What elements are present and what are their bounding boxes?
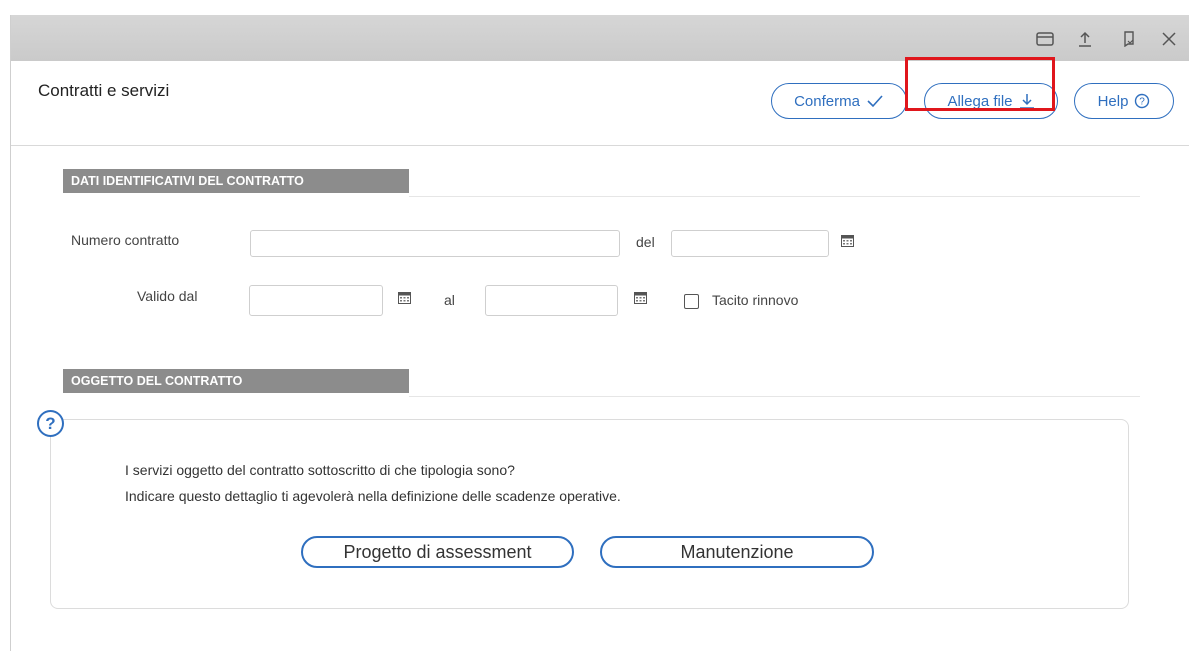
- valid-to-label: al: [444, 292, 455, 308]
- title-bar: [11, 15, 1189, 61]
- upload-icon[interactable]: [1075, 29, 1095, 49]
- valid-to-input[interactable]: [485, 285, 618, 316]
- question-panel: [50, 419, 1129, 609]
- contract-number-input[interactable]: [250, 230, 620, 257]
- check-icon: [867, 95, 883, 108]
- valid-from-input[interactable]: [249, 285, 383, 316]
- option-maintenance-button[interactable]: Manutenzione: [600, 536, 874, 568]
- contract-date-label: del: [636, 234, 655, 250]
- section-divider: [409, 396, 1140, 397]
- help-button[interactable]: Help ?: [1074, 83, 1174, 119]
- confirm-button[interactable]: Conferma: [771, 83, 907, 119]
- svg-text:?: ?: [1140, 97, 1146, 108]
- contract-date-input[interactable]: [671, 230, 829, 257]
- close-icon[interactable]: [1159, 29, 1179, 49]
- option-assessment-button[interactable]: Progetto di assessment: [301, 536, 574, 568]
- tacit-renewal-checkbox[interactable]: [684, 294, 699, 309]
- restore-icon[interactable]: [1035, 29, 1055, 49]
- calendar-icon[interactable]: [841, 234, 854, 247]
- page-title: Contratti e servizi: [38, 81, 170, 100]
- section-divider: [409, 196, 1140, 197]
- help-circle-icon: ?: [1135, 93, 1150, 109]
- valid-from-label: Valido dal: [137, 288, 198, 304]
- calendar-icon[interactable]: [398, 291, 411, 304]
- attach-button-highlight: [905, 57, 1055, 111]
- help-button-label: Help: [1097, 92, 1129, 110]
- question-text: I servizi oggetto del contratto sottoscr…: [125, 462, 515, 478]
- section-header-contract-data: DATI IDENTIFICATIVI DEL CONTRATTO: [63, 169, 409, 193]
- bookmark-icon[interactable]: [1119, 29, 1139, 49]
- question-icon: ?: [37, 410, 64, 437]
- calendar-icon[interactable]: [634, 291, 647, 304]
- confirm-button-label: Conferma: [794, 92, 860, 110]
- section-header-contract-object: OGGETTO DEL CONTRATTO: [63, 369, 409, 393]
- tacit-renewal-label: Tacito rinnovo: [712, 292, 799, 308]
- contract-number-label: Numero contratto: [71, 232, 180, 248]
- question-hint: Indicare questo dettaglio ti agevolerà n…: [125, 488, 621, 504]
